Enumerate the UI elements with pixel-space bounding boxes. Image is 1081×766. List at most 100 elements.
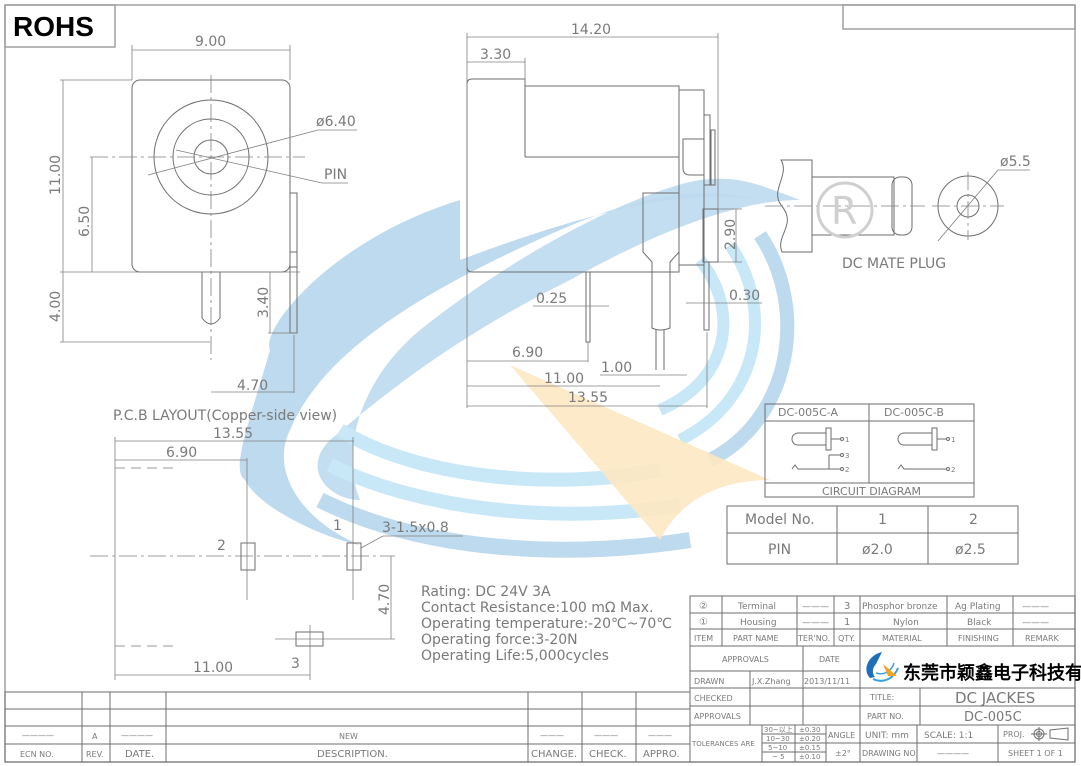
circuit-variant-b: DC-005C-B bbox=[884, 406, 944, 419]
dim-width: 9.00 bbox=[195, 34, 226, 50]
bom-row1-material: Phosphor bronze bbox=[862, 602, 938, 612]
svg-text:DRAWN: DRAWN bbox=[694, 677, 724, 686]
bom-row2-finishing: Black bbox=[967, 618, 992, 628]
svg-text:PROJ.: PROJ. bbox=[1003, 730, 1025, 739]
drawing-title: DC JACKES bbox=[955, 689, 1035, 707]
svg-text:———: ——— bbox=[594, 731, 618, 740]
svg-text:1: 1 bbox=[845, 436, 849, 444]
pcb-title: P.C.B LAYOUT(Copper-side view) bbox=[113, 408, 337, 424]
dim-pin-width: 1.00 bbox=[601, 360, 632, 376]
bom-row1-qty: 3 bbox=[844, 601, 850, 612]
mate-plug: R ø5.5 DC MATE PLUG bbox=[765, 154, 1031, 272]
svg-text:DESCRIPTION.: DESCRIPTION. bbox=[317, 749, 388, 760]
svg-text:DATE.: DATE. bbox=[125, 749, 154, 760]
model-pin-2: ø2.5 bbox=[955, 542, 986, 558]
projection-symbol-icon bbox=[1031, 727, 1069, 741]
svg-text:QTY.: QTY. bbox=[838, 634, 855, 643]
svg-text:±2°: ±2° bbox=[835, 749, 851, 758]
specs: Rating: DC 24V 3A Contact Resistance:100… bbox=[421, 584, 672, 664]
spec-contact-resistance: Contact Resistance:100 mΩ Max. bbox=[421, 600, 653, 616]
date-header: DATE bbox=[819, 655, 840, 664]
rohs-badge: ROHS bbox=[13, 11, 94, 42]
model-header-1: 1 bbox=[878, 512, 887, 528]
dim-height: 11.00 bbox=[48, 155, 64, 195]
bom-row2-item: ① bbox=[699, 617, 708, 628]
pcb-dim-pin2: 6.90 bbox=[166, 445, 197, 461]
bom-row2-material: Nylon bbox=[893, 618, 919, 628]
svg-text:R: R bbox=[831, 189, 857, 233]
svg-text:CHANGE.: CHANGE. bbox=[531, 749, 577, 760]
dim-center-height: 6.50 bbox=[77, 206, 93, 237]
circuit-title: CIRCUIT DIAGRAM bbox=[822, 485, 921, 498]
company-logo-icon bbox=[866, 652, 899, 682]
bom-row1-item: ② bbox=[699, 601, 708, 612]
spec-rating: Rating: DC 24V 3A bbox=[421, 584, 551, 600]
model-row-label: PIN bbox=[768, 542, 791, 558]
spec-life: Operating Life:5,000cycles bbox=[421, 648, 609, 664]
svg-text:————: ———— bbox=[121, 731, 153, 740]
svg-text:REMARK: REMARK bbox=[1025, 634, 1060, 643]
model-header-2: 2 bbox=[969, 512, 978, 528]
svg-text:10~30: 10~30 bbox=[766, 735, 790, 743]
svg-text:ITEM: ITEM bbox=[694, 634, 713, 643]
svg-text:ECN NO.: ECN NO. bbox=[20, 750, 54, 759]
sheet-number: SHEET 1 OF 1 bbox=[1008, 749, 1063, 758]
svg-text:CHECK.: CHECK. bbox=[589, 749, 627, 760]
svg-text:———: ——— bbox=[802, 602, 829, 612]
model-header-label: Model No. bbox=[745, 512, 815, 528]
pcb-pad-2 bbox=[240, 542, 256, 571]
watermark-logo bbox=[239, 178, 800, 558]
approvals-header: APPROVALS bbox=[722, 655, 769, 664]
revision-description: NEW bbox=[339, 732, 358, 741]
svg-text:±0.20: ±0.20 bbox=[799, 735, 820, 743]
drawing-number: ———— bbox=[937, 749, 969, 758]
dim-pin-thickness: 0.25 bbox=[536, 291, 567, 307]
unit: UNIT: mm bbox=[865, 731, 909, 741]
dim-pin-length: 4.00 bbox=[48, 291, 64, 322]
side-front-plate bbox=[678, 89, 705, 266]
svg-text:±0.10: ±0.10 bbox=[799, 753, 820, 761]
svg-text:ANGLE: ANGLE bbox=[828, 731, 855, 740]
model-table: Model No. 1 2 PIN ø2.0 ø2.5 bbox=[726, 505, 1019, 565]
bom-row1-finishing: Ag Plating bbox=[955, 602, 1001, 612]
pcb-pin3-label: 3 bbox=[291, 656, 300, 672]
pcb-dim-pin3: 11.00 bbox=[193, 660, 233, 676]
part-number: DC-005C bbox=[964, 710, 1022, 725]
dim-pin3-pos: 11.00 bbox=[544, 371, 584, 387]
svg-text:MATERIAL: MATERIAL bbox=[882, 634, 922, 643]
circuit-variant-a: DC-005C-A bbox=[778, 406, 839, 419]
svg-text:TITLE:: TITLE: bbox=[869, 693, 894, 702]
svg-text:PART NAME: PART NAME bbox=[733, 634, 779, 643]
pcb-dim-pin3-offset: 4.70 bbox=[377, 584, 393, 615]
dim-tab-offset: 4.70 bbox=[237, 378, 268, 394]
svg-text:———: ——— bbox=[648, 731, 672, 740]
revision-block: ———— A ———— NEW ——— ——— ——— ECN NO. REV.… bbox=[4, 691, 691, 763]
plug-diameter: ø5.5 bbox=[1000, 154, 1031, 170]
svg-text:REV.: REV. bbox=[86, 750, 104, 759]
dim-tab-thickness: 0.30 bbox=[729, 288, 760, 304]
company-name: 东莞市颖鑫电子科技有限公司 bbox=[903, 662, 1081, 684]
bom-table: ② Terminal ——— 3 Phosphor bronze Ag Plat… bbox=[689, 595, 1076, 647]
pcb-pin1-label: 1 bbox=[333, 518, 342, 534]
spec-temperature: Operating temperature:-20℃~70℃ bbox=[421, 616, 672, 632]
svg-text:3: 3 bbox=[845, 452, 849, 460]
svg-text:TOLERANCES ARE: TOLERANCES ARE bbox=[691, 740, 755, 748]
dim-overall-length: 14.20 bbox=[571, 22, 611, 38]
dim-pin2-pos: 6.90 bbox=[512, 345, 543, 361]
svg-text:1: 1 bbox=[951, 436, 955, 444]
top-right-box bbox=[842, 4, 1076, 30]
dim-pin1-pos: 13.55 bbox=[568, 390, 608, 406]
revision-letter: A bbox=[92, 732, 98, 741]
dim-tab-height: 2.90 bbox=[723, 219, 739, 250]
plug-label: DC MATE PLUG bbox=[842, 256, 946, 272]
svg-text:2: 2 bbox=[951, 466, 955, 474]
pcb-dim-overall: 13.55 bbox=[213, 426, 253, 442]
dim-tab-length: 3.40 bbox=[256, 287, 272, 318]
svg-text:PART NO.: PART NO. bbox=[867, 712, 904, 721]
svg-text:DRAWING NO.: DRAWING NO. bbox=[862, 749, 918, 758]
svg-text:FINISHING: FINISHING bbox=[958, 634, 999, 643]
svg-text:±0.15: ±0.15 bbox=[799, 744, 820, 752]
svg-text:APPRO.: APPRO. bbox=[643, 749, 680, 760]
model-pin-1: ø2.0 bbox=[862, 542, 893, 558]
svg-text:~ 5: ~ 5 bbox=[772, 753, 785, 761]
